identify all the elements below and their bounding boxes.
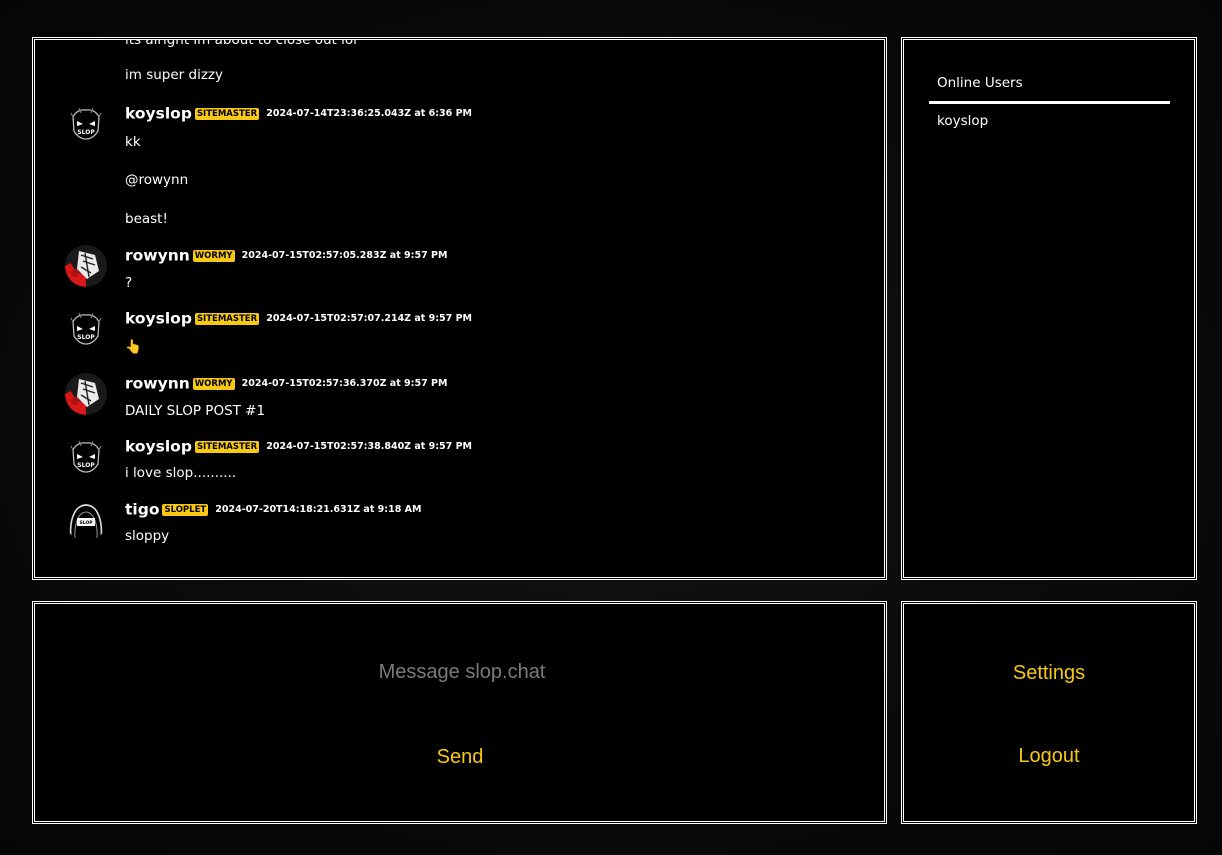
chat-messages-panel[interactable]: its alright im about to close out lol im…: [32, 37, 887, 580]
message-username[interactable]: rowynn: [125, 247, 190, 265]
role-badge: SITEMASTER: [194, 440, 260, 453]
message-list[interactable]: its alright im about to close out lol im…: [35, 40, 884, 577]
online-users-panel: Online Users koyslop: [901, 37, 1197, 580]
message-text: 👆: [125, 339, 142, 355]
user-avatar[interactable]: SLOP: [65, 499, 107, 541]
user-avatar[interactable]: SLOP: [65, 103, 107, 145]
slop-face-avatar-icon: SLOP: [65, 308, 107, 350]
message-username[interactable]: koyslop: [125, 105, 192, 123]
message-timestamp: 2024-07-20T14:18:21.631Z at 9:18 AM: [215, 503, 422, 515]
message-header: koyslop SITEMASTER 2024-07-14T23:36:25.04…: [125, 103, 472, 124]
message-text: sloppy: [125, 528, 170, 544]
slop-face-avatar-icon: SLOP: [65, 103, 107, 145]
logout-button[interactable]: Logout: [997, 741, 1101, 771]
red-art-avatar-icon: [65, 373, 107, 415]
svg-text:SLOP: SLOP: [77, 334, 95, 341]
hooded-avatar-icon: SLOP: [65, 499, 107, 541]
message-timestamp: 2024-07-15T02:57:07.214Z at 9:57 PM: [266, 312, 472, 324]
message-timestamp: 2024-07-15T02:57:05.283Z at 9:57 PM: [241, 249, 448, 261]
message-timestamp: 2024-07-15T02:57:36.370Z at 9:57 PM: [241, 377, 448, 389]
message-compose-panel: Send: [32, 601, 887, 824]
message-text: DAILY SLOP POST #1: [125, 403, 266, 419]
account-actions-panel: Settings Logout: [901, 601, 1197, 824]
message-text: @rowynn: [125, 172, 189, 188]
message-text: im super dizzy: [125, 67, 223, 83]
message-header: rowynn WORMY 2024-07-15T02:57:05.283Z at …: [125, 245, 447, 266]
message-username[interactable]: koyslop: [125, 438, 192, 456]
message-text: ?: [125, 275, 133, 291]
message-text: i love slop..........: [125, 465, 237, 481]
message-header: tigo SLOPLET 2024-07-20T14:18:21.631Z at …: [125, 499, 421, 520]
svg-text:SLOP: SLOP: [77, 129, 95, 136]
role-badge: WORMY: [192, 377, 235, 390]
user-avatar[interactable]: [65, 373, 107, 415]
settings-button[interactable]: Settings: [997, 658, 1101, 688]
role-badge: SITEMASTER: [194, 107, 260, 120]
user-avatar[interactable]: [65, 245, 107, 287]
message-timestamp: 2024-07-15T02:57:38.840Z at 9:57 PM: [266, 440, 472, 452]
red-art-avatar-icon: [65, 245, 107, 287]
message-header: koyslop SITEMASTER 2024-07-15T02:57:07.21…: [125, 308, 472, 329]
message-text: beast!: [125, 211, 168, 227]
role-badge: SITEMASTER: [194, 312, 260, 325]
svg-text:SLOP: SLOP: [77, 462, 95, 469]
slop-face-avatar-icon: SLOP: [65, 436, 107, 478]
online-users-title: Online Users: [937, 75, 1023, 91]
user-avatar[interactable]: SLOP: [65, 308, 107, 350]
user-avatar[interactable]: SLOP: [65, 436, 107, 478]
message-username[interactable]: tigo: [125, 501, 159, 519]
message-username[interactable]: rowynn: [125, 375, 190, 393]
message-header: rowynn WORMY 2024-07-15T02:57:36.370Z at …: [125, 373, 447, 394]
message-input[interactable]: [185, 654, 739, 690]
svg-text:SLOP: SLOP: [79, 520, 93, 526]
message-text: kk: [125, 134, 141, 150]
online-user-item[interactable]: koyslop: [937, 113, 988, 129]
message-text: its alright im about to close out lol: [125, 37, 357, 48]
message-username[interactable]: koyslop: [125, 310, 192, 328]
role-badge: WORMY: [192, 249, 235, 262]
role-badge: SLOPLET: [162, 503, 209, 516]
message-header: koyslop SITEMASTER 2024-07-15T02:57:38.84…: [125, 436, 472, 457]
send-button[interactable]: Send: [410, 742, 510, 772]
online-users-divider: [929, 101, 1170, 104]
message-timestamp: 2024-07-14T23:36:25.043Z at 6:36 PM: [266, 107, 472, 119]
